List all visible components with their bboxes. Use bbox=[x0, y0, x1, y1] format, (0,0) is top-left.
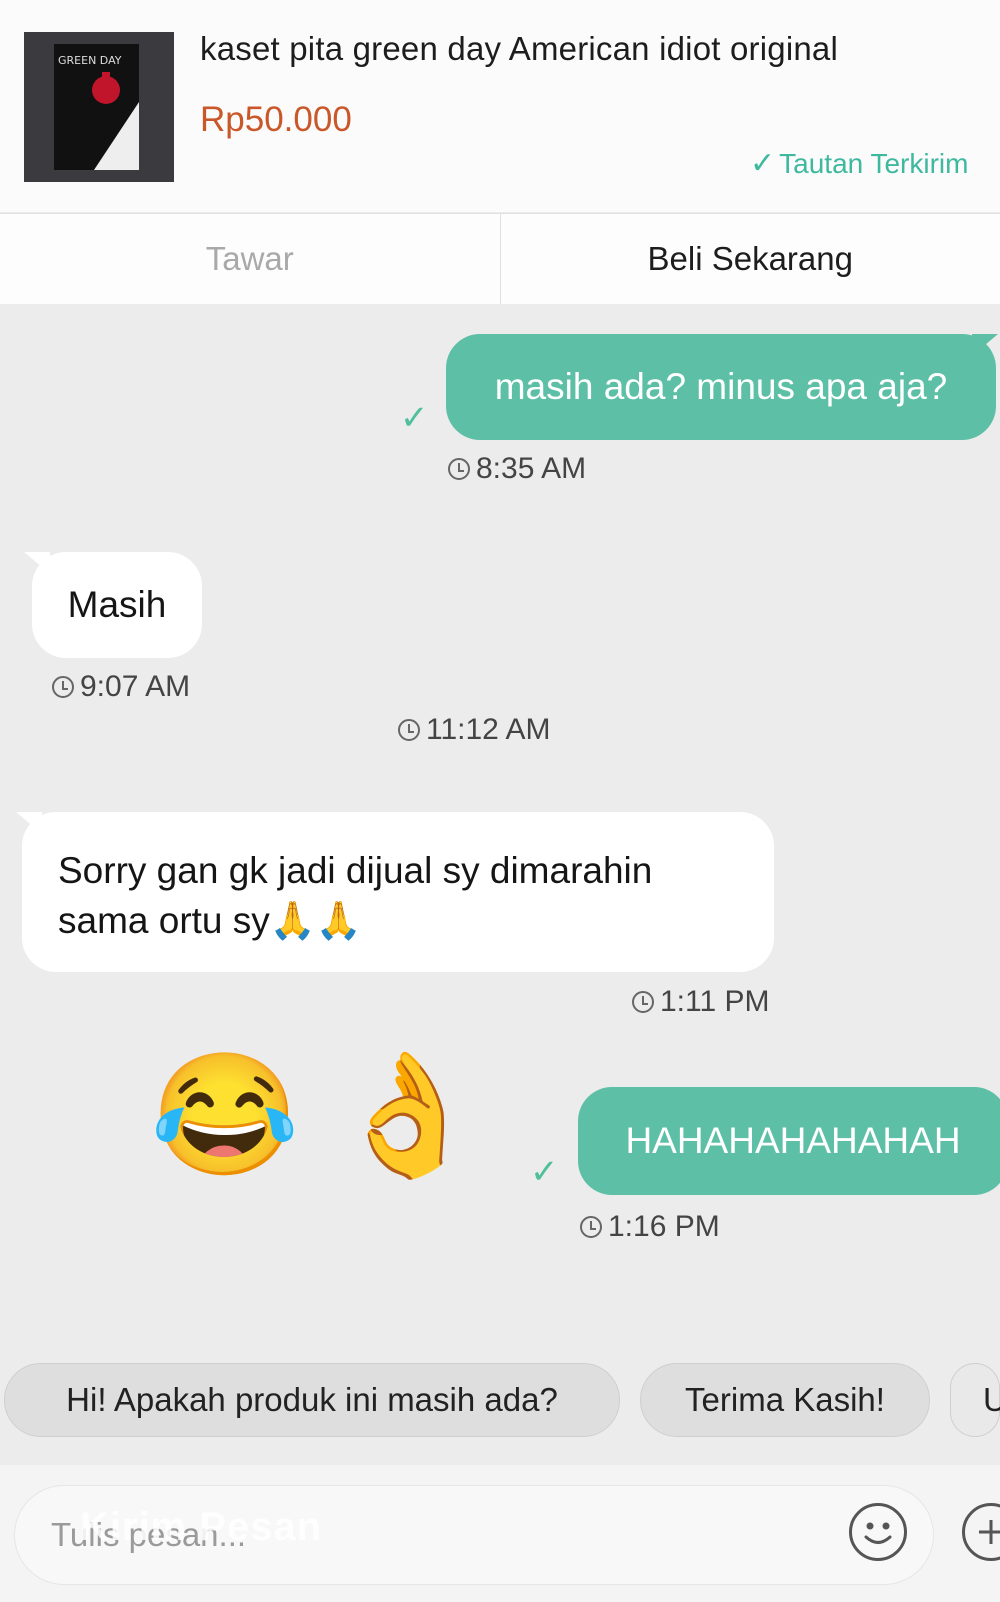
emoji-message[interactable]: 😂 👌 bbox=[150, 1040, 482, 1190]
clock-icon bbox=[52, 676, 74, 698]
message-bubble-outgoing[interactable]: masih ada? minus apa aja? bbox=[446, 334, 996, 440]
product-thumbnail[interactable]: GREEN DAY bbox=[24, 32, 174, 182]
message-text: Masih bbox=[67, 584, 167, 625]
link-sent-status: ✓ Tautan Terkirim bbox=[750, 146, 968, 181]
message-text: Sorry gan gk jadi dijual sy dimarahin sa… bbox=[58, 850, 653, 941]
check-icon: ✓ bbox=[750, 147, 776, 180]
offer-button[interactable]: Tawar bbox=[0, 214, 501, 304]
product-card[interactable]: GREEN DAY kaset pita green day American … bbox=[0, 0, 1000, 212]
watermark-text: Kirim Pesan bbox=[80, 1505, 323, 1549]
divider-time: 11:12 AM bbox=[398, 713, 551, 747]
message-text: masih ada? minus apa aja? bbox=[494, 366, 948, 407]
message-time: 1:16 PM bbox=[580, 1210, 720, 1244]
message-bubble-incoming[interactable]: Sorry gan gk jadi dijual sy dimarahin sa… bbox=[22, 812, 774, 972]
clock-icon bbox=[632, 991, 654, 1013]
product-price: Rp50.000 bbox=[200, 100, 352, 139]
message-bubble-outgoing[interactable]: HAHAHAHAHAHAH bbox=[578, 1087, 1000, 1195]
clock-icon bbox=[398, 719, 420, 741]
svg-text:GREEN DAY: GREEN DAY bbox=[58, 54, 122, 67]
action-bar: Tawar Beli Sekarang bbox=[0, 213, 1000, 304]
message-bubble-incoming[interactable]: Masih bbox=[32, 552, 202, 658]
quick-reply-chip[interactable]: Hi! Apakah produk ini masih ada? bbox=[4, 1363, 620, 1437]
message-time: 1:11 PM bbox=[632, 985, 770, 1019]
product-title[interactable]: kaset pita green day American idiot orig… bbox=[200, 30, 838, 68]
read-check-icon: ✓ bbox=[530, 1153, 559, 1191]
quick-reply-chip[interactable]: U bbox=[950, 1363, 1000, 1437]
quick-reply-chip[interactable]: Terima Kasih! bbox=[640, 1363, 930, 1437]
clock-icon bbox=[580, 1216, 602, 1238]
emoji-picker-icon[interactable] bbox=[849, 1503, 907, 1561]
read-check-icon: ✓ bbox=[400, 399, 429, 437]
buy-now-button[interactable]: Beli Sekarang bbox=[501, 214, 1000, 304]
link-sent-label: Tautan Terkirim bbox=[779, 148, 969, 179]
clock-icon bbox=[448, 458, 470, 480]
message-time: 8:35 AM bbox=[448, 452, 586, 486]
plus-icon[interactable] bbox=[962, 1503, 1000, 1561]
message-text: HAHAHAHAHAHAH bbox=[625, 1120, 961, 1161]
message-time: 9:07 AM bbox=[52, 670, 190, 704]
